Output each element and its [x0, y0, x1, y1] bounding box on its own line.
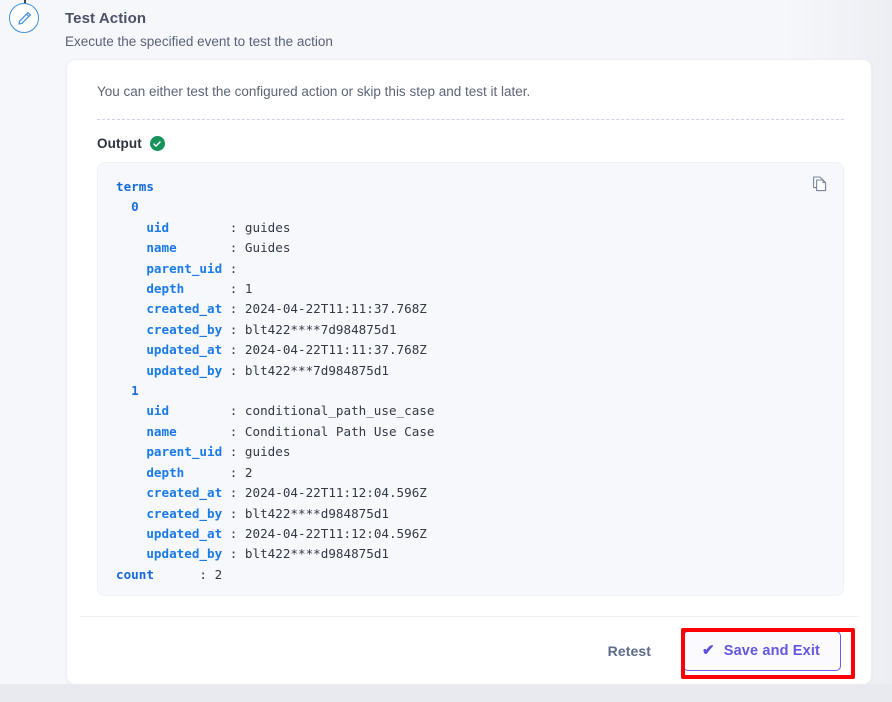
code-key: 1	[131, 383, 139, 399]
output-header: Output	[97, 136, 844, 151]
code-key: parent_uid	[146, 444, 223, 460]
retest-button[interactable]: Retest	[604, 637, 655, 665]
code-key: created_at	[146, 485, 223, 501]
code-value: : 2024-04-22T11:11:37.768Z	[222, 301, 427, 317]
code-key: updated_by	[146, 546, 223, 562]
code-value: : 2	[153, 566, 223, 582]
test-action-card: You can either test the configured actio…	[66, 59, 872, 685]
code-value: : blt422****d984875d1	[222, 546, 389, 562]
page-root: Test Action Execute the specified event …	[0, 0, 892, 702]
code-value: : blt422***7d984875d1	[222, 362, 389, 378]
code-key: parent_uid	[146, 260, 223, 276]
dashed-divider	[97, 119, 844, 120]
page-title: Test Action	[65, 10, 147, 27]
code-key: depth	[146, 281, 185, 297]
code-value: : 2024-04-22T11:12:04.596Z	[222, 525, 427, 541]
code-key: uid	[146, 219, 170, 235]
page-subtitle: Execute the specified event to test the …	[65, 34, 333, 49]
code-value: : 1	[184, 281, 253, 297]
output-code-text: terms 0 uid : guides name : Guides paren…	[116, 177, 825, 585]
pencil-icon[interactable]	[9, 3, 39, 33]
code-key: created_by	[146, 505, 223, 521]
copy-icon[interactable]	[811, 175, 829, 193]
output-label: Output	[97, 136, 142, 151]
code-value: : blt422****7d984875d1	[222, 321, 397, 337]
code-key: 0	[131, 199, 139, 215]
code-key: name	[146, 240, 177, 256]
code-key: created_by	[146, 321, 223, 337]
code-value: : 2024-04-22T11:11:37.768Z	[222, 342, 427, 358]
save-and-exit-button[interactable]: ✔ Save and Exit	[683, 630, 841, 671]
code-key: terms	[116, 179, 154, 194]
code-value: : Conditional Path Use Case	[176, 423, 435, 439]
green-check-circle-icon	[149, 136, 165, 151]
bottom-band	[0, 684, 892, 702]
code-value: : guides	[169, 219, 291, 235]
code-value: : guides	[222, 444, 291, 460]
code-value: : conditional_path_use_case	[169, 403, 435, 419]
code-key: created_at	[146, 301, 223, 317]
code-value: : 2	[184, 464, 253, 480]
code-key: count	[116, 566, 154, 582]
code-value: : blt422****d984875d1	[222, 505, 389, 521]
code-key: name	[146, 423, 177, 439]
step-header: Test Action Execute the specified event …	[65, 9, 605, 51]
code-key: updated_by	[146, 362, 223, 378]
check-icon: ✔	[702, 642, 715, 659]
code-key: updated_at	[146, 525, 223, 541]
card-footer: Retest ✔ Save and Exit	[79, 616, 859, 684]
output-code-block: terms 0 uid : guides name : Guides paren…	[97, 162, 844, 596]
code-key: updated_at	[146, 342, 223, 358]
intro-text: You can either test the configured actio…	[97, 84, 531, 99]
code-key: uid	[146, 403, 170, 419]
save-and-exit-label: Save and Exit	[723, 642, 820, 659]
code-value: : Guides	[176, 240, 291, 256]
code-value: : 2024-04-22T11:12:04.596Z	[222, 485, 427, 501]
code-key: depth	[146, 464, 185, 480]
code-value: :	[222, 260, 245, 276]
card-body: You can either test the configured actio…	[67, 60, 871, 596]
